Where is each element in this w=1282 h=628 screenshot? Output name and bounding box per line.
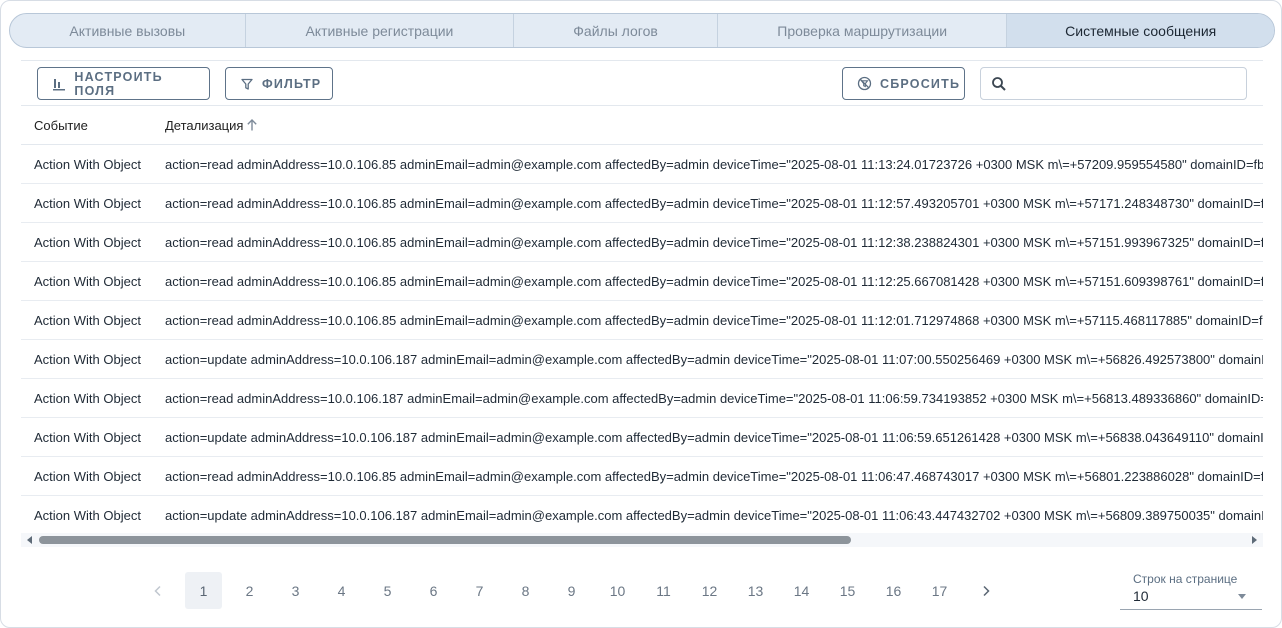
page-button-13[interactable]: 13 — [737, 572, 774, 609]
arrow-up-icon[interactable] — [245, 118, 259, 132]
table-row[interactable]: Action With Object action=read adminAddr… — [21, 223, 1263, 262]
search-field[interactable] — [980, 67, 1247, 100]
page-button-14[interactable]: 14 — [783, 572, 820, 609]
page-button-1[interactable]: 1 — [185, 572, 222, 609]
page-button-17[interactable]: 17 — [921, 572, 958, 609]
scrollbar-thumb[interactable] — [39, 536, 851, 544]
chevron-right-icon[interactable] — [967, 572, 1004, 609]
table-row[interactable]: Action With Object action=update adminAd… — [21, 418, 1263, 457]
page-button-5[interactable]: 5 — [369, 572, 406, 609]
horizontal-scrollbar[interactable] — [21, 533, 1263, 547]
table-row[interactable]: Action With Object action=update adminAd… — [21, 496, 1263, 535]
tab-log-files[interactable]: Файлы логов — [514, 14, 718, 47]
column-header-detail[interactable]: Детализация — [165, 118, 1263, 133]
reset-button[interactable]: СБРОСИТЬ — [842, 67, 965, 100]
column-header-detail-label: Детализация — [165, 117, 244, 133]
messages-panel: НАСТРОИТЬ ПОЛЯ ФИЛЬТР СБРОСИТЬ Событие Д… — [21, 60, 1263, 548]
caret-down-icon — [1238, 594, 1246, 599]
table-row[interactable]: Action With Object action=read adminAddr… — [21, 457, 1263, 496]
tab-active-calls[interactable]: Активные вызовы — [10, 14, 246, 47]
filter-off-icon — [857, 76, 872, 92]
messages-table: Событие Детализация Action With Object a… — [21, 106, 1263, 536]
cell-event: Action With Object — [34, 468, 141, 484]
page-button-3[interactable]: 3 — [277, 572, 314, 609]
cell-detail: action=read adminAddress=10.0.106.85 adm… — [165, 195, 1263, 211]
table-row[interactable]: Action With Object action=read adminAddr… — [21, 262, 1263, 301]
cell-detail: action=read adminAddress=10.0.106.85 adm… — [165, 312, 1263, 328]
cell-detail: action=read adminAddress=10.0.106.187 ad… — [165, 390, 1263, 406]
table-row[interactable]: Action With Object action=update adminAd… — [21, 340, 1263, 379]
tab-system-messages[interactable]: Системные сообщения — [1007, 14, 1274, 47]
tab-bar: Активные вызовы Активные регистрации Фай… — [9, 13, 1275, 48]
page-button-9[interactable]: 9 — [553, 572, 590, 609]
table-header: Событие Детализация — [21, 106, 1263, 145]
page-button-2[interactable]: 2 — [231, 572, 268, 609]
cell-detail: action=read adminAddress=10.0.106.85 adm… — [165, 156, 1263, 172]
cell-event: Action With Object — [34, 234, 141, 250]
chevron-left-icon[interactable] — [139, 572, 176, 609]
page-button-11[interactable]: 11 — [645, 572, 682, 609]
tab-routing-check[interactable]: Проверка маршрутизации — [718, 14, 1008, 47]
cell-event: Action With Object — [34, 351, 141, 367]
page-button-8[interactable]: 8 — [507, 572, 544, 609]
filter-button[interactable]: ФИЛЬТР — [225, 67, 333, 100]
cell-event: Action With Object — [34, 156, 141, 172]
cell-event: Action With Object — [34, 390, 141, 406]
table-row[interactable]: Action With Object action=read adminAddr… — [21, 145, 1263, 184]
cell-event: Action With Object — [34, 195, 141, 211]
cell-detail: action=update adminAddress=10.0.106.187 … — [165, 508, 1263, 523]
toolbar: НАСТРОИТЬ ПОЛЯ ФИЛЬТР СБРОСИТЬ — [21, 61, 1263, 106]
search-icon — [991, 76, 1007, 92]
cell-detail: action=update adminAddress=10.0.106.187 … — [165, 351, 1263, 367]
page-button-10[interactable]: 10 — [599, 572, 636, 609]
rows-per-page-select[interactable]: Строк на странице 10 — [1120, 572, 1262, 610]
search-input[interactable] — [1015, 72, 1240, 96]
system-messages-window: Активные вызовы Активные регистрации Фай… — [0, 0, 1282, 628]
scroll-right-icon[interactable] — [1252, 536, 1257, 544]
page-button-12[interactable]: 12 — [691, 572, 728, 609]
cell-detail: action=read adminAddress=10.0.106.85 adm… — [165, 468, 1263, 484]
page-button-6[interactable]: 6 — [415, 572, 452, 609]
rows-per-page-value: 10 — [1133, 588, 1149, 604]
cell-detail: action=update adminAddress=10.0.106.187 … — [165, 429, 1263, 445]
column-header-event[interactable]: Событие — [21, 118, 165, 133]
tab-active-registrations[interactable]: Активные регистрации — [246, 14, 515, 47]
cell-event: Action With Object — [34, 508, 141, 523]
table-row[interactable]: Action With Object action=read adminAddr… — [21, 301, 1263, 340]
page-button-4[interactable]: 4 — [323, 572, 360, 609]
table-row[interactable]: Action With Object action=read adminAddr… — [21, 184, 1263, 223]
cell-event: Action With Object — [34, 429, 141, 445]
configure-fields-button[interactable]: НАСТРОИТЬ ПОЛЯ — [37, 67, 210, 100]
table-row[interactable]: Action With Object action=read adminAddr… — [21, 379, 1263, 418]
page-button-16[interactable]: 16 — [875, 572, 912, 609]
cell-detail: action=read adminAddress=10.0.106.85 adm… — [165, 273, 1263, 289]
filter-icon — [240, 76, 254, 92]
cell-event: Action With Object — [34, 273, 141, 289]
columns-icon — [52, 76, 66, 92]
scroll-left-icon[interactable] — [27, 536, 32, 544]
rows-per-page-label: Строк на странице — [1133, 572, 1238, 586]
cell-event: Action With Object — [34, 312, 141, 328]
page-button-7[interactable]: 7 — [461, 572, 498, 609]
configure-fields-label: НАСТРОИТЬ ПОЛЯ — [74, 69, 163, 98]
page-button-15[interactable]: 15 — [829, 572, 866, 609]
reset-label: СБРОСИТЬ — [880, 76, 961, 91]
pagination: 1 2 3 4 5 6 7 8 9 10 11 12 13 14 15 16 1… — [139, 572, 1013, 609]
filter-label: ФИЛЬТР — [262, 76, 322, 91]
cell-detail: action=read adminAddress=10.0.106.85 adm… — [165, 234, 1263, 250]
